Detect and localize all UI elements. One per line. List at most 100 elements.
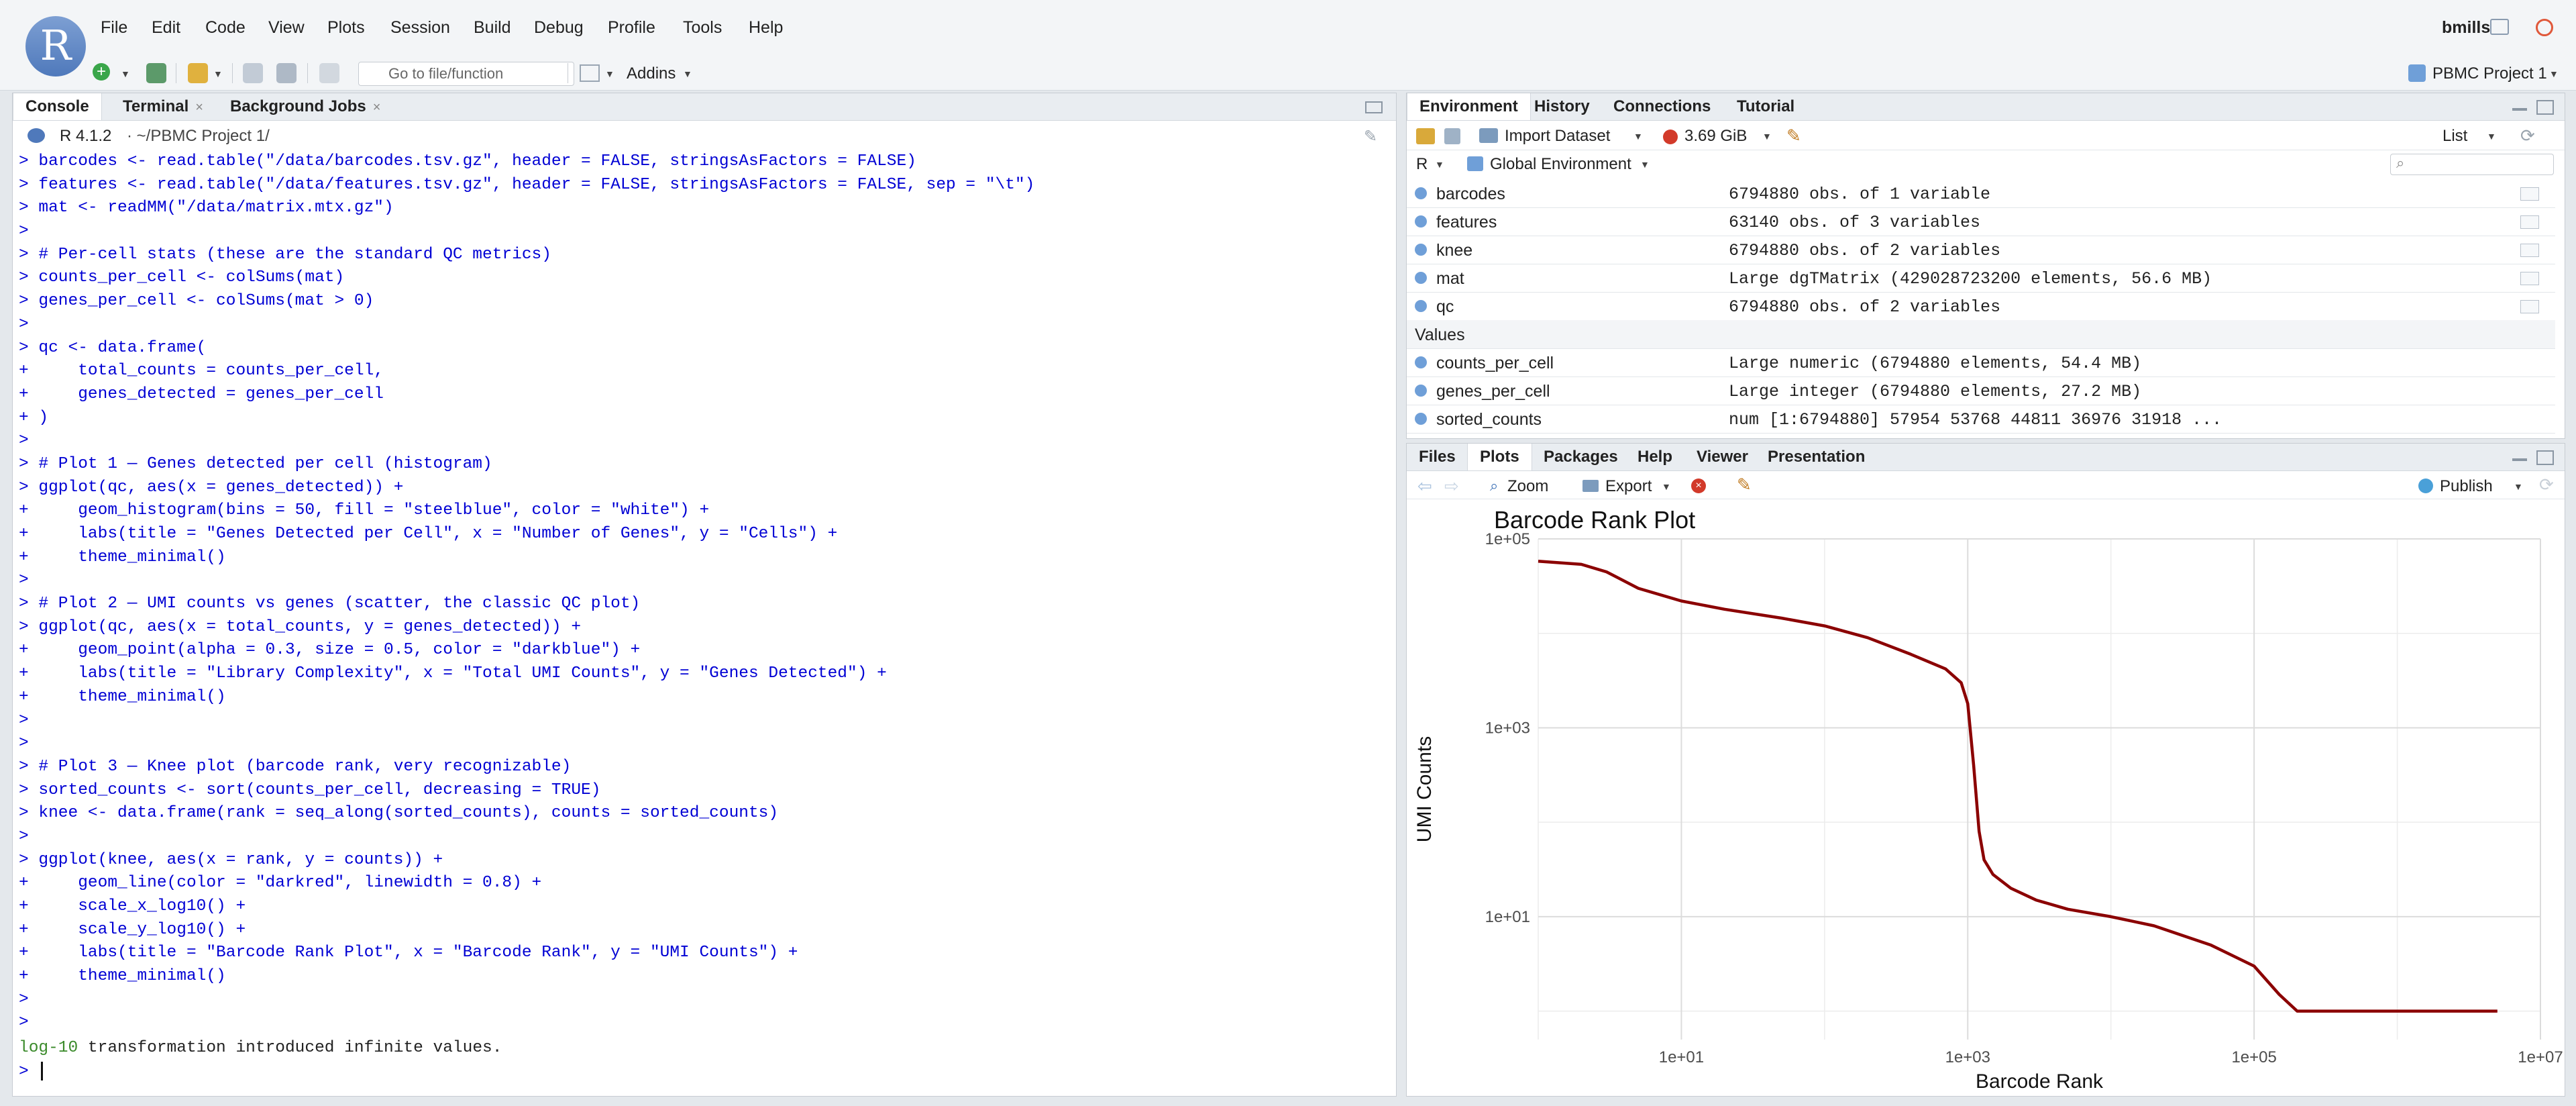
tab-help[interactable]: Help [1625,444,1684,470]
menu-code[interactable]: Code [205,18,246,38]
chevron-down-icon[interactable]: ▼ [2549,68,2559,79]
menu-tools[interactable]: Tools [683,18,722,38]
sign-out-icon[interactable] [2490,19,2509,35]
chevron-down-icon[interactable]: ▼ [2514,481,2523,492]
menu-view[interactable]: View [268,18,305,38]
console-line: > [19,827,29,846]
save-all-icon[interactable] [276,63,297,83]
publish-button[interactable]: Publish [2440,477,2493,496]
tab-packages[interactable]: Packages [1532,444,1630,470]
addins-menu[interactable]: Addins [627,64,676,83]
language-select[interactable]: R [1416,155,1428,174]
clear-workspace-icon[interactable]: ✎ [1786,125,1801,146]
clear-plots-icon[interactable]: ✎ [1737,474,1752,495]
view-data-icon[interactable] [2520,215,2539,229]
menu-file[interactable]: File [101,18,127,38]
project-menu[interactable]: PBMC Project 1 [2432,64,2547,83]
view-data-icon[interactable] [2520,244,2539,257]
tab-terminal[interactable]: Terminal × [111,93,215,120]
list-view-menu[interactable]: List [2443,127,2467,146]
expand-icon[interactable] [1415,272,1427,284]
minimize-pane-icon[interactable] [2512,458,2527,461]
tab-background-jobs[interactable]: Background Jobs × [218,93,392,120]
menu-debug[interactable]: Debug [534,18,584,38]
save-workspace-icon[interactable] [1444,128,1460,144]
expand-icon[interactable] [1415,187,1427,199]
new-file-icon[interactable]: + [93,63,110,81]
expand-icon[interactable] [1415,413,1427,425]
view-data-icon[interactable] [2520,272,2539,285]
environment-row[interactable]: qc 6794880 obs. of 2 variables [1407,292,2555,321]
tab-presentation[interactable]: Presentation [1756,444,1877,470]
expand-icon[interactable] [1415,215,1427,228]
save-icon[interactable] [243,63,263,83]
tab-files[interactable]: Files [1407,444,1468,470]
console-line: + geom_line(color = "darkred", linewidth… [19,874,542,893]
chevron-down-icon[interactable]: ▼ [605,68,614,79]
variable-value: 6794880 obs. of 2 variables [1729,297,2001,317]
environment-row[interactable]: features 63140 obs. of 3 variables [1407,207,2555,236]
tab-viewer[interactable]: Viewer [1684,444,1760,470]
import-dataset-button[interactable]: Import Dataset [1505,127,1610,146]
expand-icon[interactable] [1415,244,1427,256]
chevron-down-icon[interactable]: ▼ [1640,159,1650,170]
print-icon[interactable] [319,63,339,83]
refresh-icon[interactable]: ⟳ [2539,474,2554,495]
menu-build[interactable]: Build [474,18,511,38]
load-workspace-icon[interactable] [1416,128,1435,144]
zoom-button[interactable]: Zoom [1507,477,1548,496]
chevron-down-icon[interactable]: ▼ [2487,131,2496,142]
environment-row[interactable]: counts_per_cell Large numeric (6794880 el… [1407,348,2555,377]
global-environment-select[interactable]: Global Environment [1490,155,1631,174]
go-to-file-input[interactable]: Go to file/function [358,62,574,86]
restore-pane-icon[interactable] [1365,101,1383,113]
maximize-pane-icon[interactable] [2536,100,2554,115]
tab-connections[interactable]: Connections [1601,93,1723,120]
memory-usage[interactable]: 3.69 GiB [1684,127,1747,146]
tab-environment[interactable]: Environment [1407,93,1531,120]
chevron-down-icon[interactable]: ▼ [121,68,130,79]
expand-icon[interactable] [1415,300,1427,312]
remove-plot-icon[interactable]: × [1691,479,1706,493]
pane-layout-icon[interactable] [580,64,600,82]
environment-row[interactable]: genes_per_cell Large integer (6794880 ele… [1407,376,2555,405]
menu-profile[interactable]: Profile [608,18,655,38]
environment-row[interactable]: barcodes 6794880 obs. of 1 variable [1407,179,2555,208]
power-icon[interactable] [2536,19,2553,36]
tab-history[interactable]: History [1522,93,1602,120]
menu-session[interactable]: Session [390,18,450,38]
tab-tutorial[interactable]: Tutorial [1725,93,1807,120]
console-line: > [19,711,29,730]
chevron-down-icon[interactable]: ▼ [213,68,223,79]
expand-icon[interactable] [1415,356,1427,368]
arrow-left-icon[interactable]: ⇦ [1417,476,1432,497]
chevron-down-icon[interactable]: ▼ [683,68,692,79]
new-project-icon[interactable] [146,63,166,83]
chevron-down-icon[interactable]: ▼ [1435,159,1444,170]
environment-search-input[interactable]: ⌕ [2390,154,2554,175]
refresh-icon[interactable]: ⟳ [2520,125,2535,146]
tab-console[interactable]: Console [13,93,102,120]
arrow-right-icon[interactable]: ⇨ [1444,476,1459,497]
minimize-pane-icon[interactable] [2512,108,2527,111]
open-file-icon[interactable] [188,63,208,83]
menu-edit[interactable]: Edit [152,18,180,38]
console-line: + geom_point(alpha = 0.3, size = 0.5, co… [19,641,641,660]
view-data-icon[interactable] [2520,300,2539,313]
chevron-down-icon[interactable]: ▼ [1633,131,1643,142]
clear-console-icon[interactable]: ✎ [1364,127,1377,146]
tab-plots[interactable]: Plots [1467,444,1532,470]
menu-help[interactable]: Help [749,18,783,38]
expand-icon[interactable] [1415,385,1427,397]
console-prompt[interactable]: > [19,1062,43,1080]
chevron-down-icon[interactable]: ▼ [1662,481,1671,492]
environment-row[interactable]: sorted_counts num [1:6794880] 57954 53768… [1407,405,2555,434]
chevron-down-icon[interactable]: ▼ [1762,131,1772,142]
export-menu[interactable]: Export [1605,477,1652,496]
environment-row[interactable]: mat Large dgTMatrix (429028723200 element… [1407,264,2555,293]
environment-row[interactable]: knee 6794880 obs. of 2 variables [1407,236,2555,264]
view-data-icon[interactable] [2520,187,2539,201]
menu-plots[interactable]: Plots [327,18,365,38]
console-output[interactable]: > barcodes <- read.table("/data/barcodes… [19,150,1387,1035]
maximize-pane-icon[interactable] [2536,450,2554,465]
